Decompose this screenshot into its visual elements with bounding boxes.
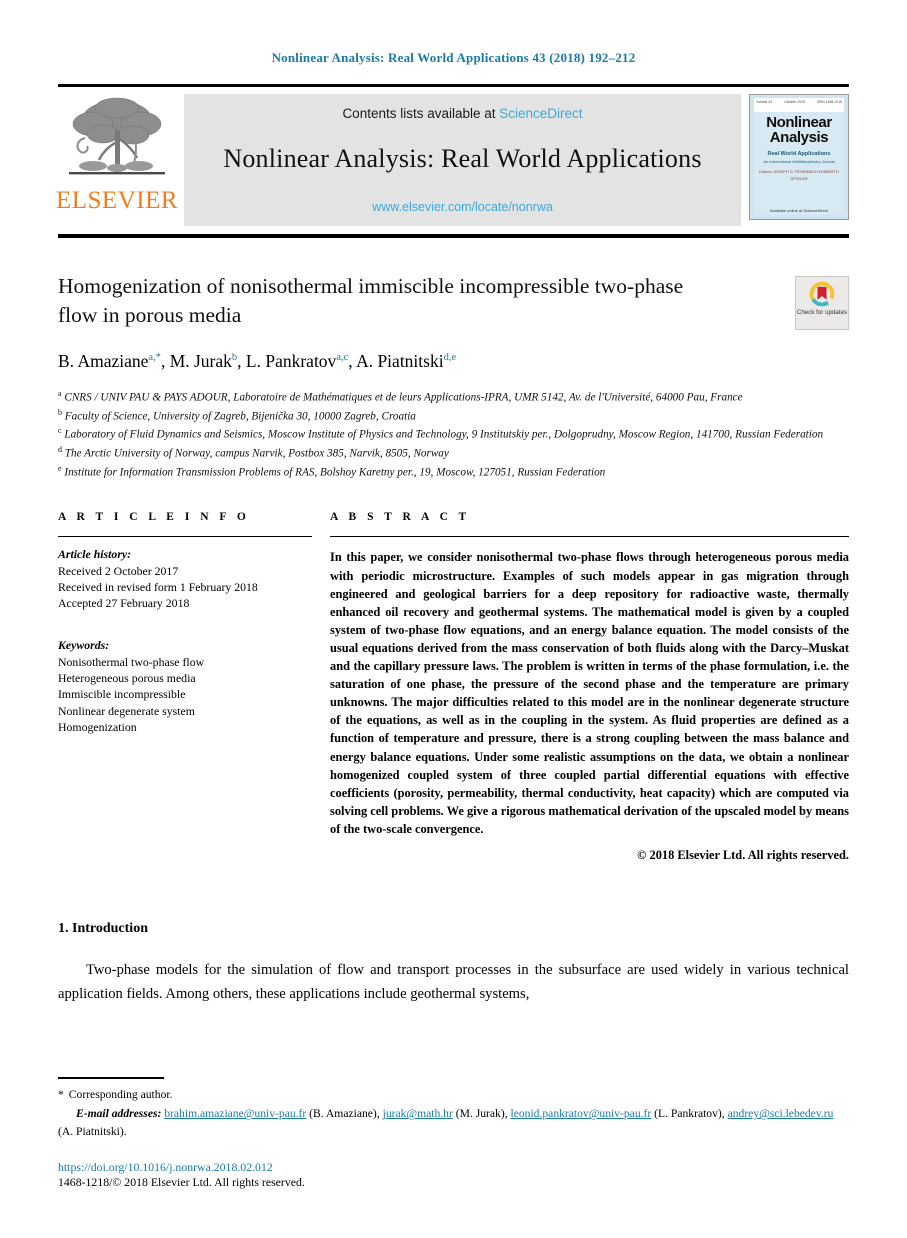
footnote-rule (58, 1076, 164, 1079)
abstract-column: A B S T R A C T In this paper, we consid… (330, 511, 849, 863)
affiliation-item: a CNRS / UNIV PAU & PAYS ADOUR, Laborato… (58, 388, 849, 407)
article-history: Article history: Received 2 October 2017… (58, 546, 312, 611)
cover-footer: Available online at ScienceDirect (769, 208, 829, 213)
author-list: B. Amazianea,*, M. Jurakb, L. Pankratova… (58, 351, 849, 372)
affiliation-item: c Laboratory of Fluid Dynamics and Seism… (58, 425, 849, 444)
contents-available-line: Contents lists available at ScienceDirec… (342, 106, 582, 121)
author-name: B. Amaziane (58, 351, 149, 372)
crossmark-icon (809, 281, 835, 307)
author-entry: L. Pankratova,c, (245, 351, 357, 372)
affiliation-item: b Faculty of Science, University of Zagr… (58, 407, 849, 426)
author-name: A. Piatnitski (356, 351, 444, 372)
keyword-item: Nonisothermal two-phase flow (58, 654, 205, 669)
affiliation-list: a CNRS / UNIV PAU & PAYS ADOUR, Laborato… (58, 388, 849, 481)
email-link[interactable]: leonid.pankratov@univ-pau.fr (511, 1107, 652, 1120)
affiliation-text: CNRS / UNIV PAU & PAYS ADOUR, Laboratoir… (64, 391, 743, 404)
article-info-column: A R T I C L E I N F O Article history: R… (58, 511, 330, 863)
keywords-label: Keywords: (58, 638, 110, 653)
author-name: L. Pankratov (245, 351, 337, 372)
author-name: M. Jurak (169, 351, 232, 372)
abstract-copyright: © 2018 Elsevier Ltd. All rights reserved… (637, 848, 849, 863)
abstract-heading: A B S T R A C T (330, 511, 471, 524)
sciencedirect-link[interactable]: ScienceDirect (499, 106, 582, 121)
paper-page: Nonlinear Analysis: Real World Applicati… (0, 0, 907, 1238)
email-link[interactable]: jurak@math.hr (383, 1107, 453, 1120)
affiliation-mark: e (58, 463, 62, 473)
affiliation-text: Institute for Information Transmission P… (64, 466, 606, 479)
affiliation-mark: a (58, 389, 62, 399)
keyword-item: Immiscible incompressible (58, 687, 186, 702)
affiliation-text: The Arctic University of Norway, campus … (64, 447, 449, 460)
affiliation-text: Laboratory of Fluid Dynamics and Seismic… (64, 429, 824, 442)
keyword-item: Homogenization (58, 719, 137, 734)
cover-issue-bar: Volume 43 October 2018 ISSN 1468-1218 (756, 100, 842, 104)
title-block: Homogenization of nonisothermal immiscib… (58, 272, 849, 372)
author-entry: B. Amazianea,*, (58, 351, 170, 372)
cover-subtitle2: An International Multidisciplinary Journ… (763, 159, 835, 164)
affiliation-mark: c (58, 426, 62, 436)
footnote-block: * Corresponding author. E-mail addresses:… (58, 1076, 849, 1190)
cover-date: October 2018 (784, 100, 805, 104)
journal-masthead: ELSEVIER Contents lists available at Sci… (55, 84, 849, 238)
affiliation-text: Faculty of Science, University of Zagreb… (64, 410, 416, 423)
masthead-center: Contents lists available at ScienceDirec… (184, 94, 741, 226)
keyword-item: Nonlinear degenerate system (58, 703, 195, 718)
corresponding-author-note: * Corresponding author. (58, 1086, 849, 1103)
author-affil-marks[interactable]: d,e (444, 352, 457, 363)
issn-copyright-line: 1468-1218/© 2018 Elsevier Ltd. All right… (58, 1175, 305, 1189)
cover-title-line1: Nonlinear (766, 114, 832, 131)
email-addresses-note: E-mail addresses: brahim.amaziane@univ-p… (58, 1105, 849, 1140)
journal-cover-thumbnail[interactable]: Volume 43 October 2018 ISSN 1468-1218 No… (749, 94, 849, 220)
author-affil-marks[interactable]: a,* (148, 352, 161, 363)
email-owner: (A. Piatnitski). (58, 1124, 127, 1138)
elsevier-logo: ELSEVIER (55, 94, 179, 226)
author-entry: A. Piatnitskid,e (356, 351, 456, 371)
cover-title: Nonlinear Analysis (750, 115, 848, 146)
masthead-bottom-rule (58, 234, 849, 238)
doi-link[interactable]: https://doi.org/10.1016/j.nonrwa.2018.02… (58, 1160, 849, 1175)
cover-editors: Editors JOSEPH D. FEHRIBACH ROBERTO SPIG… (759, 169, 839, 181)
contents-prefix: Contents lists available at (342, 106, 500, 121)
cover-title-line2: Analysis (769, 129, 829, 147)
cover-subtitle: Real World Applications (767, 151, 831, 157)
running-head: Nonlinear Analysis: Real World Applicati… (271, 50, 636, 65)
email-link[interactable]: andrey@sci.lebedev.ru (728, 1107, 834, 1120)
email-link[interactable]: brahim.amaziane@univ-pau.fr (164, 1107, 306, 1120)
affiliation-item: e Institute for Information Transmission… (58, 463, 849, 482)
elsevier-wordmark: ELSEVIER (55, 187, 179, 214)
abstract-text: In this paper, we consider nonisothermal… (330, 550, 849, 837)
crossmark-label: Check for updates (796, 309, 848, 316)
article-title: Homogenization of nonisothermal immiscib… (58, 274, 684, 327)
cover-issn: ISSN 1468-1218 (816, 100, 842, 104)
keywords-block: Keywords: Nonisothermal two-phase flow H… (58, 637, 312, 735)
abstract-rule (330, 536, 849, 538)
email-owner: (B. Amaziane), (309, 1107, 380, 1121)
journal-homepage-link[interactable]: www.elsevier.com/locate/nonrwa (372, 200, 553, 214)
elsevier-tree-icon (69, 97, 165, 175)
affiliation-mark: b (58, 407, 62, 417)
cover-volume: Volume 43 (756, 100, 773, 104)
author-entry: M. Jurakb, (169, 351, 246, 372)
affiliation-mark: d (58, 445, 62, 455)
history-item: Received in revised form 1 February 2018 (58, 579, 258, 594)
info-abstract-row: A R T I C L E I N F O Article history: R… (58, 511, 849, 863)
corresponding-mark: * (58, 1087, 64, 1101)
author-affil-marks[interactable]: b (232, 352, 237, 363)
journal-title: Nonlinear Analysis: Real World Applicati… (223, 144, 702, 173)
author-affil-marks[interactable]: a,c (336, 352, 348, 363)
email-owner: (L. Pankratov), (654, 1107, 725, 1121)
introduction-heading: 1. Introduction (58, 921, 148, 937)
introduction-paragraph: Two-phase models for the simulation of f… (58, 962, 849, 1002)
corresponding-text: Corresponding author. (68, 1087, 173, 1101)
article-history-label: Article history: (58, 547, 132, 562)
crossmark-badge[interactable]: Check for updates (795, 276, 849, 330)
history-item: Received 2 October 2017 (58, 563, 179, 578)
email-owner: (M. Jurak), (455, 1107, 508, 1121)
article-info-rule (58, 536, 312, 538)
affiliation-item: d The Arctic University of Norway, campu… (58, 444, 849, 463)
history-item: Accepted 27 February 2018 (58, 596, 190, 611)
keyword-item: Heterogeneous porous media (58, 670, 196, 685)
email-addresses-label: E-mail addresses: (76, 1107, 162, 1121)
article-info-heading: A R T I C L E I N F O (58, 511, 250, 524)
